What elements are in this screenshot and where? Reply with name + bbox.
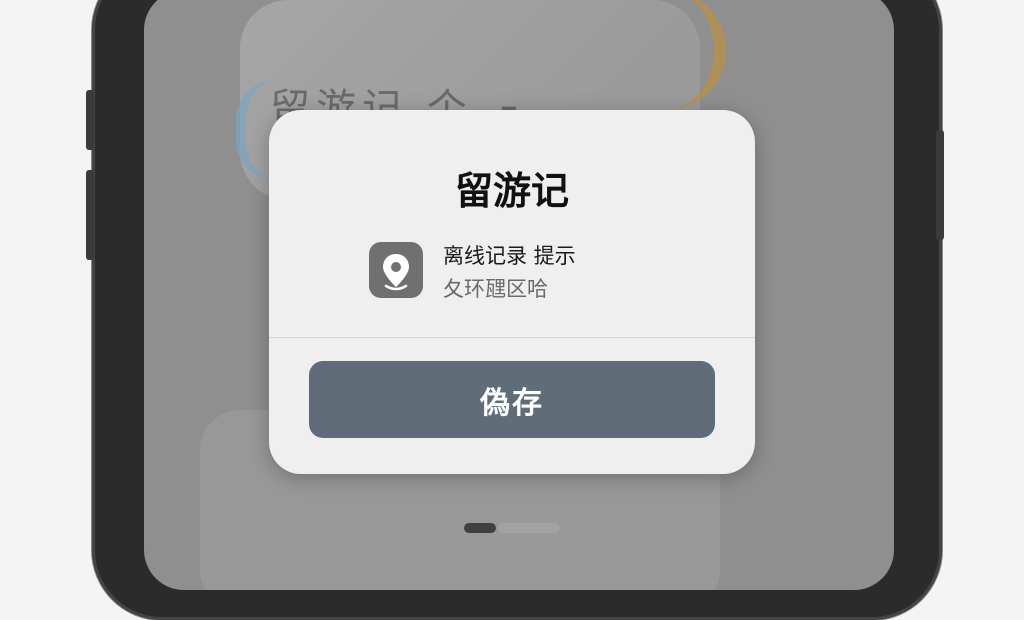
page-dot-active[interactable]: [464, 523, 496, 533]
page-indicator: [464, 523, 560, 533]
location-pin-icon: [369, 242, 423, 298]
background-swirl-decoration: [654, 0, 726, 110]
page-dot[interactable]: [498, 523, 560, 533]
message-line-1: 离线记录 提示: [443, 244, 576, 268]
message-line-2: 夂环瓼区哈: [443, 277, 548, 301]
save-button[interactable]: 偽存: [309, 361, 715, 438]
dialog-title: 留游记: [454, 169, 569, 213]
dialog-divider: [269, 337, 755, 338]
volume-up-button: [86, 90, 94, 150]
